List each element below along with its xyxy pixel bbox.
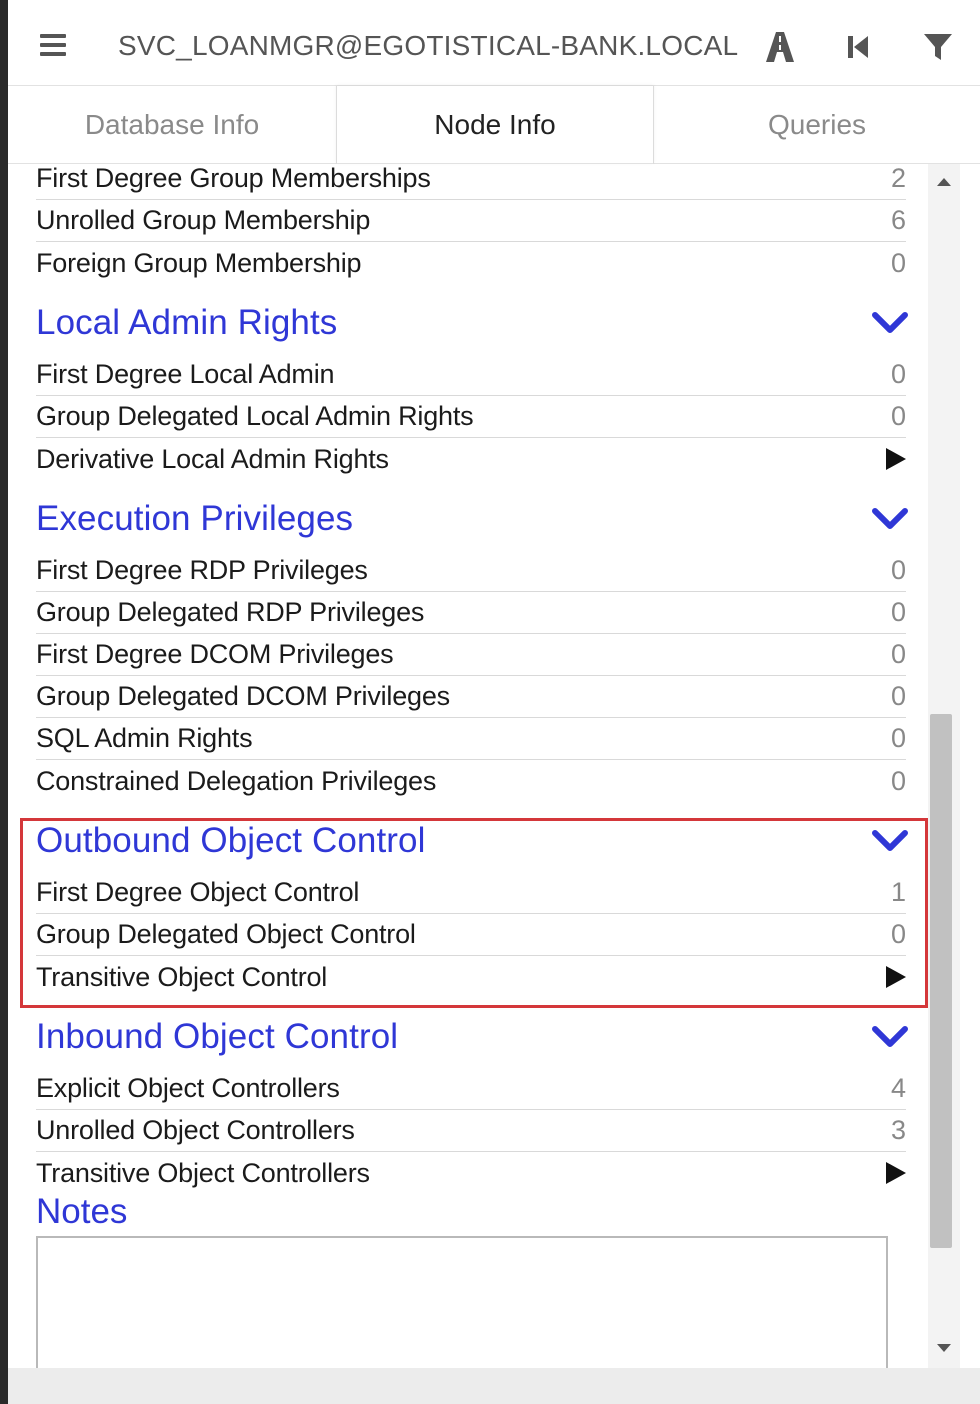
row-count[interactable]: 4 — [891, 1073, 906, 1104]
row-label: First Degree DCOM Privileges — [36, 639, 394, 669]
row-label: Transitive Object Controllers — [36, 1157, 370, 1188]
row-count[interactable]: 0 — [891, 639, 906, 670]
row-label: SQL Admin Rights — [36, 723, 253, 753]
row-group-delegated-rdp[interactable]: Group Delegated RDP Privileges 0 — [36, 592, 906, 634]
row-transitive-object-control[interactable]: Transitive Object Control — [36, 956, 906, 998]
row-first-degree-dcom[interactable]: First Degree DCOM Privileges 0 — [36, 634, 906, 676]
row-unrolled-group-membership[interactable]: Unrolled Group Membership 6 — [36, 200, 906, 242]
filter-icon[interactable] — [920, 30, 956, 64]
row-count[interactable]: 0 — [891, 248, 906, 279]
header-bar: SVC_LOANMGR@EGOTISTICAL-BANK.LOCAL — [8, 0, 980, 86]
row-count[interactable]: 0 — [891, 919, 906, 950]
row-explicit-object-controllers[interactable]: Explicit Object Controllers 4 — [36, 1068, 906, 1110]
row-count[interactable]: 2 — [891, 164, 906, 194]
node-title: SVC_LOANMGR@EGOTISTICAL-BANK.LOCAL — [118, 30, 739, 61]
row-first-degree-local-admin[interactable]: First Degree Local Admin 0 — [36, 354, 906, 396]
row-count[interactable]: 0 — [891, 723, 906, 754]
row-label: First Degree Object Control — [36, 877, 360, 907]
row-label: Group Delegated Object Control — [36, 919, 416, 949]
row-count[interactable]: 6 — [891, 205, 906, 236]
row-group-delegated-dcom[interactable]: Group Delegated DCOM Privileges 0 — [36, 676, 906, 718]
play-arrow-icon[interactable] — [886, 1162, 906, 1184]
row-count[interactable]: 0 — [891, 597, 906, 628]
menu-icon[interactable] — [40, 34, 66, 56]
tab-node-info[interactable]: Node Info — [336, 86, 654, 164]
row-label: Transitive Object Control — [36, 961, 328, 992]
section-outbound-object-control[interactable]: Outbound Object Control — [36, 814, 908, 868]
row-count[interactable]: 0 — [891, 401, 906, 432]
row-label: Group Delegated DCOM Privileges — [36, 681, 450, 711]
row-label: First Degree Group Memberships — [36, 164, 431, 193]
row-sql-admin-rights[interactable]: SQL Admin Rights 0 — [36, 718, 906, 760]
row-count[interactable]: 0 — [891, 766, 906, 797]
notes-title: Notes — [36, 1192, 128, 1231]
chevron-down-icon[interactable] — [872, 506, 908, 532]
notes-textarea[interactable] — [36, 1236, 888, 1368]
row-derivative-local-admin[interactable]: Derivative Local Admin Rights — [36, 438, 906, 480]
row-label: Foreign Group Membership — [36, 247, 362, 278]
row-transitive-object-controllers[interactable]: Transitive Object Controllers — [36, 1152, 906, 1194]
section-inbound-object-control[interactable]: Inbound Object Control — [36, 1010, 908, 1064]
node-info-content: First Degree Group Memberships 2 Unrolle… — [8, 164, 928, 1368]
row-count[interactable]: 0 — [891, 555, 906, 586]
node-info-panel: SVC_LOANMGR@EGOTISTICAL-BANK.LOCAL Datab… — [8, 0, 980, 1404]
scroll-down-icon[interactable] — [937, 1344, 951, 1352]
row-first-degree-rdp[interactable]: First Degree RDP Privileges 0 — [36, 550, 906, 592]
back-icon[interactable] — [840, 30, 876, 64]
tab-queries[interactable]: Queries — [654, 86, 980, 164]
section-local-admin-rights[interactable]: Local Admin Rights — [36, 296, 908, 350]
section-title: Inbound Object Control — [36, 1017, 399, 1056]
row-label: Explicit Object Controllers — [36, 1073, 340, 1103]
section-execution-privileges[interactable]: Execution Privileges — [36, 492, 908, 546]
tab-database-info[interactable]: Database Info — [8, 86, 336, 164]
row-label: First Degree RDP Privileges — [36, 555, 368, 585]
row-label: Unrolled Object Controllers — [36, 1115, 355, 1145]
scrollbar-thumb[interactable] — [930, 714, 952, 1248]
footer-strip — [8, 1368, 980, 1404]
row-group-delegated-object-control[interactable]: Group Delegated Object Control 0 — [36, 914, 906, 956]
chevron-down-icon[interactable] — [872, 828, 908, 854]
row-constrained-delegation[interactable]: Constrained Delegation Privileges 0 — [36, 760, 906, 802]
play-arrow-icon[interactable] — [886, 448, 906, 470]
row-count[interactable]: 0 — [891, 681, 906, 712]
row-first-degree-group-memberships[interactable]: First Degree Group Memberships 2 — [36, 164, 906, 200]
row-first-degree-object-control[interactable]: First Degree Object Control 1 — [36, 872, 906, 914]
scrollbar[interactable] — [928, 164, 960, 1368]
tab-bar: Database Info Node Info Queries — [8, 86, 980, 164]
row-label: Group Delegated Local Admin Rights — [36, 401, 474, 431]
row-group-delegated-local-admin[interactable]: Group Delegated Local Admin Rights 0 — [36, 396, 906, 438]
row-foreign-group-membership[interactable]: Foreign Group Membership 0 — [36, 242, 906, 284]
row-label: First Degree Local Admin — [36, 359, 335, 389]
chevron-down-icon[interactable] — [872, 310, 908, 336]
chevron-down-icon[interactable] — [872, 1024, 908, 1050]
row-count[interactable]: 0 — [891, 359, 906, 390]
scroll-up-icon[interactable] — [937, 178, 951, 186]
row-count[interactable]: 1 — [891, 877, 906, 908]
row-count[interactable]: 3 — [891, 1115, 906, 1146]
row-label: Derivative Local Admin Rights — [36, 443, 389, 474]
section-title: Execution Privileges — [36, 499, 354, 538]
section-title: Local Admin Rights — [36, 303, 338, 342]
section-title: Outbound Object Control — [36, 821, 426, 860]
row-label: Group Delegated RDP Privileges — [36, 597, 425, 627]
row-label: Constrained Delegation Privileges — [36, 765, 437, 796]
row-label: Unrolled Group Membership — [36, 205, 371, 235]
pathfinding-icon[interactable] — [762, 30, 798, 64]
row-unrolled-object-controllers[interactable]: Unrolled Object Controllers 3 — [36, 1110, 906, 1152]
play-arrow-icon[interactable] — [886, 966, 906, 988]
